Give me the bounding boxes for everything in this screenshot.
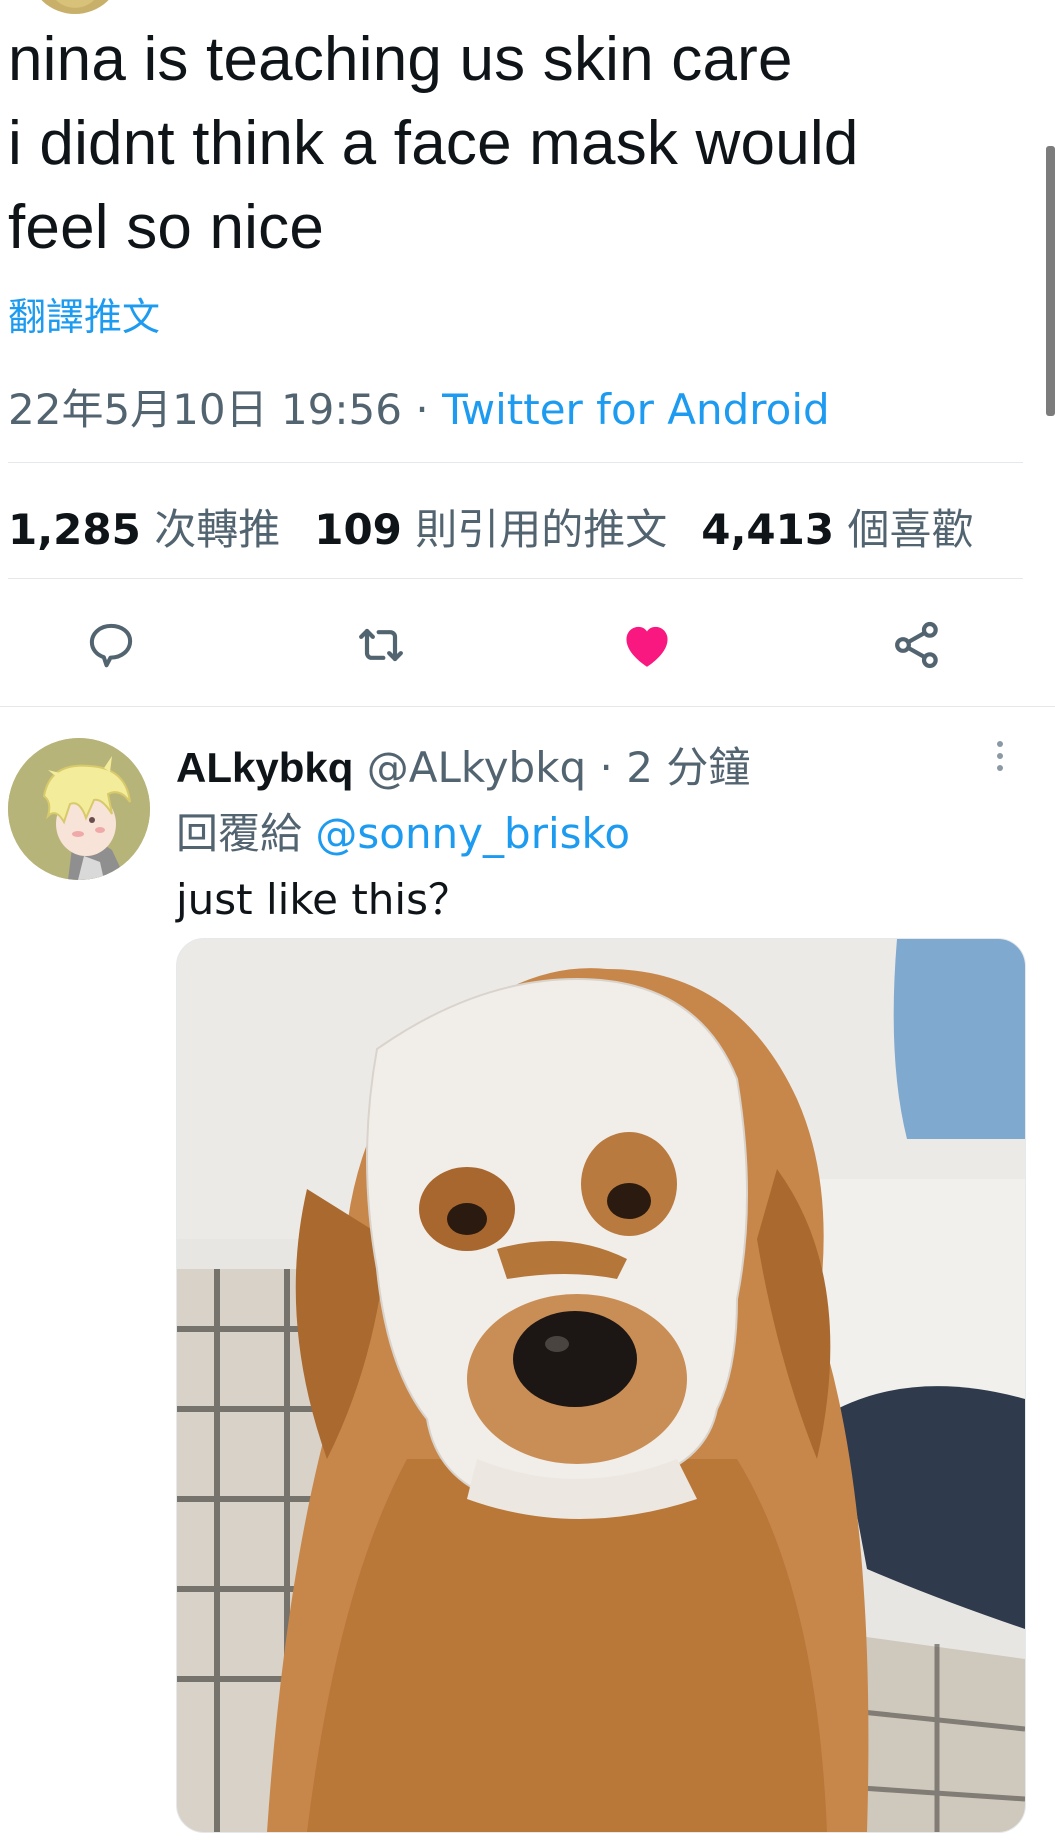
divider — [8, 578, 1023, 579]
share-icon — [895, 621, 938, 669]
retweets-label: 次轉推 — [140, 505, 281, 554]
tweet-stats: 1,285 次轉推 109 則引用的推文 4,413 個喜歡 — [8, 496, 973, 557]
reply-time[interactable]: 2 分鐘 — [626, 743, 750, 792]
tweet-metadata: 22年5月10日 19:56 · Twitter for Android — [8, 376, 830, 437]
more-options-button[interactable] — [990, 738, 1010, 778]
likes-count: 4,413 — [701, 505, 835, 554]
tweet-timestamp[interactable]: 22年5月10日 19:56 — [8, 385, 402, 434]
divider — [0, 706, 1055, 707]
reply-author-avatar[interactable] — [8, 738, 150, 880]
scrollbar-thumb[interactable] — [1046, 146, 1055, 416]
quotes-label: 則引用的推文 — [401, 505, 668, 554]
reply-handle[interactable]: @ALkybkq — [367, 743, 586, 792]
avatar-illustration — [8, 738, 150, 880]
retweet-button[interactable] — [346, 610, 416, 680]
share-button[interactable] — [882, 610, 952, 680]
retweet-icon — [359, 628, 403, 662]
translate-tweet-link[interactable]: 翻譯推文 — [8, 286, 160, 341]
quotes-count: 109 — [314, 505, 402, 554]
divider — [8, 462, 1023, 463]
replying-to-label: 回覆給 — [176, 809, 316, 858]
retweets-stat[interactable]: 1,285 次轉推 — [8, 505, 280, 554]
tweet-text: nina is teaching us skin care i didnt th… — [8, 18, 968, 270]
tweet-text-line: i didnt think a face mask would — [8, 109, 859, 178]
tweet-source-link[interactable]: Twitter for Android — [442, 385, 830, 434]
meta-separator: · — [402, 385, 443, 434]
quotes-stat[interactable]: 109 則引用的推文 — [314, 505, 667, 554]
tweet-text-line: feel so nice — [8, 193, 325, 262]
reply-header: ALkybkq @ALkybkq · 2 分鐘 — [176, 734, 750, 795]
reply-icon — [89, 623, 133, 668]
retweets-count: 1,285 — [8, 505, 141, 554]
top-avatar[interactable] — [30, 0, 120, 14]
reply-separator: · — [586, 743, 627, 792]
replying-to-mention[interactable]: @sonny_brisko — [315, 809, 630, 858]
likes-stat[interactable]: 4,413 個喜歡 — [701, 505, 973, 554]
reply-display-name[interactable]: ALkybkq — [176, 744, 353, 791]
dog-face-mask-photo — [177, 939, 1025, 1832]
reply-media-image[interactable] — [176, 938, 1026, 1833]
reply-button[interactable] — [76, 610, 146, 680]
more-vertical-icon — [997, 741, 1003, 771]
replying-to: 回覆給 @sonny_brisko — [176, 800, 630, 861]
heart-icon — [626, 626, 668, 667]
likes-label: 個喜歡 — [834, 505, 974, 554]
like-button[interactable] — [612, 610, 682, 680]
reply-text: just like this？ — [176, 875, 470, 924]
tweet-text-line: nina is teaching us skin care — [8, 25, 793, 94]
